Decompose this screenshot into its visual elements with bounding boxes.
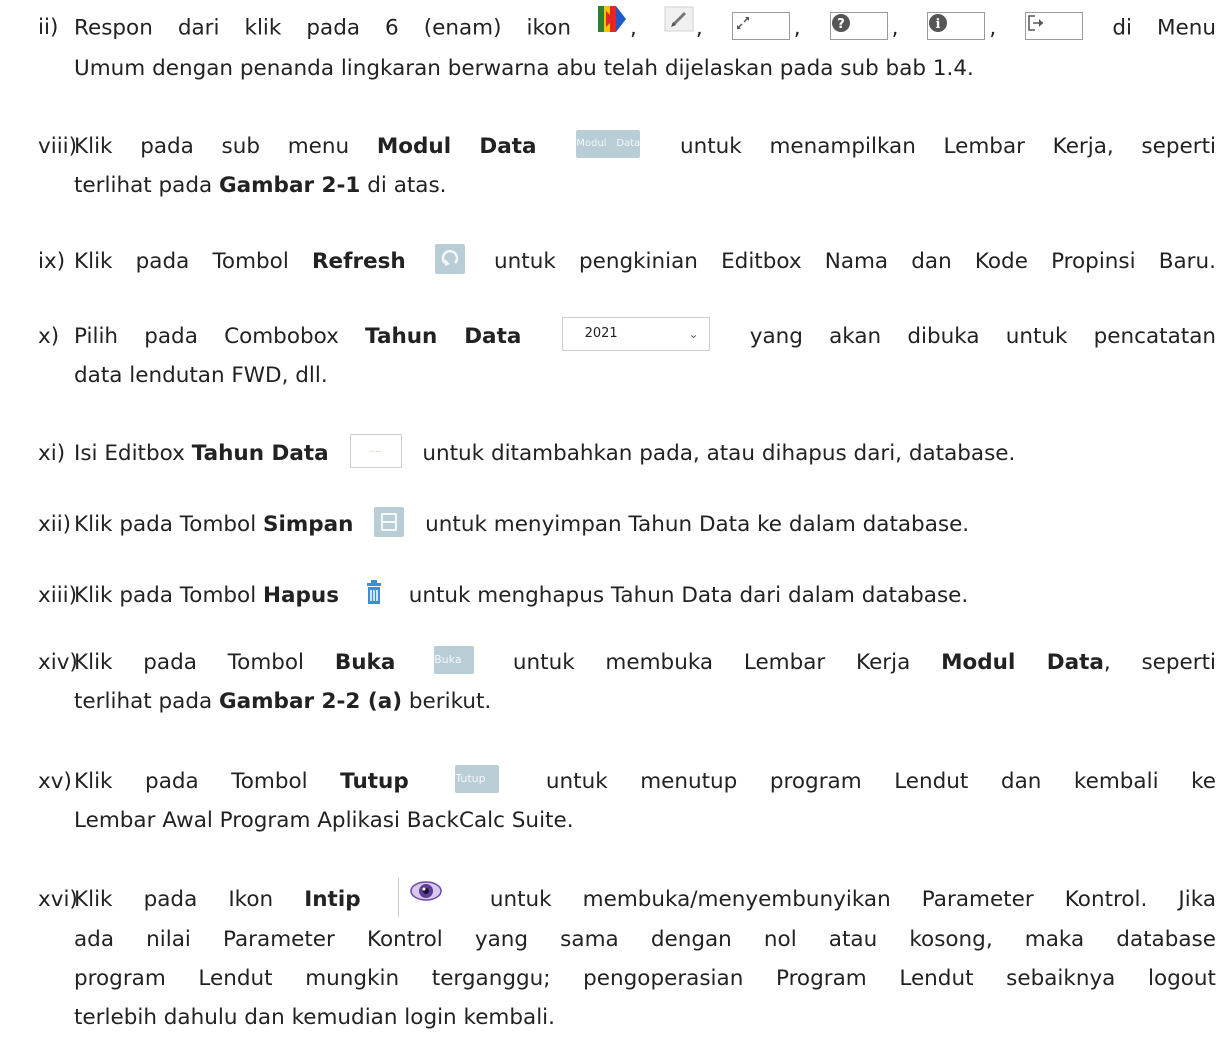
item-number: xi) bbox=[38, 441, 66, 466]
chevron-down-icon: ⌄ bbox=[688, 327, 699, 341]
refresh-button[interactable] bbox=[434, 244, 465, 274]
item-number: viii) bbox=[38, 134, 78, 159]
svg-text:i: i bbox=[936, 17, 941, 32]
refresh-icon bbox=[441, 249, 459, 266]
help-icon[interactable]: ? bbox=[829, 11, 888, 40]
item-number: xiv) bbox=[38, 650, 78, 675]
logout-icon[interactable] bbox=[1025, 11, 1084, 40]
color-palette-icon[interactable] bbox=[597, 5, 628, 46]
trash-icon bbox=[366, 580, 381, 604]
item-text: Pilih pada Combobox Tahun Data 2021 ⌄ ya… bbox=[74, 317, 1216, 395]
item-number: xii) bbox=[38, 512, 72, 537]
item-text: Respon dari klik pada 6 (enam) ikon , , bbox=[74, 5, 1216, 88]
save-icon bbox=[381, 513, 398, 531]
item-text: Klik pada Ikon Intip untuk membuka/menye… bbox=[74, 877, 1216, 1037]
item-text: Klik pada Tombol Hapus untuk menghapus T… bbox=[74, 576, 1216, 615]
expand-icon[interactable] bbox=[731, 11, 790, 40]
save-button[interactable] bbox=[374, 507, 405, 537]
item-number: x) bbox=[38, 324, 60, 349]
item-text: Klik pada Tombol Simpan untuk menyimpan … bbox=[74, 505, 1216, 544]
item-text: Klik pada Tombol Tutup Tutup untuk menut… bbox=[74, 762, 1216, 840]
tahun-data-combobox[interactable]: 2021 ⌄ bbox=[561, 317, 710, 351]
eye-icon[interactable] bbox=[397, 877, 443, 917]
item-text: Klik pada sub menu Modul Data Modul Data… bbox=[74, 127, 1216, 205]
item-text: Isi Editbox Tahun Data .... untuk ditamb… bbox=[74, 434, 1216, 473]
item-number: ii) bbox=[38, 15, 59, 40]
item-number: ix) bbox=[38, 249, 66, 274]
tutup-button[interactable]: Tutup bbox=[455, 765, 500, 793]
pencil-icon[interactable] bbox=[664, 5, 694, 46]
modul-data-button[interactable]: Modul Data bbox=[576, 130, 641, 158]
item-number: xv) bbox=[38, 769, 72, 794]
item-text: Klik pada Tombol Refresh untuk pengkinia… bbox=[74, 242, 1216, 281]
info-icon[interactable]: i bbox=[927, 11, 986, 40]
item-number: xvi) bbox=[38, 887, 78, 912]
item-number: xiii) bbox=[38, 583, 78, 608]
svg-text:?: ? bbox=[837, 17, 845, 32]
item-text: Klik pada Tombol Buka Buka untuk membuka… bbox=[74, 643, 1216, 721]
tahun-data-editbox[interactable]: .... bbox=[349, 434, 402, 468]
buka-button[interactable]: Buka bbox=[434, 646, 475, 674]
delete-button[interactable] bbox=[359, 578, 388, 608]
